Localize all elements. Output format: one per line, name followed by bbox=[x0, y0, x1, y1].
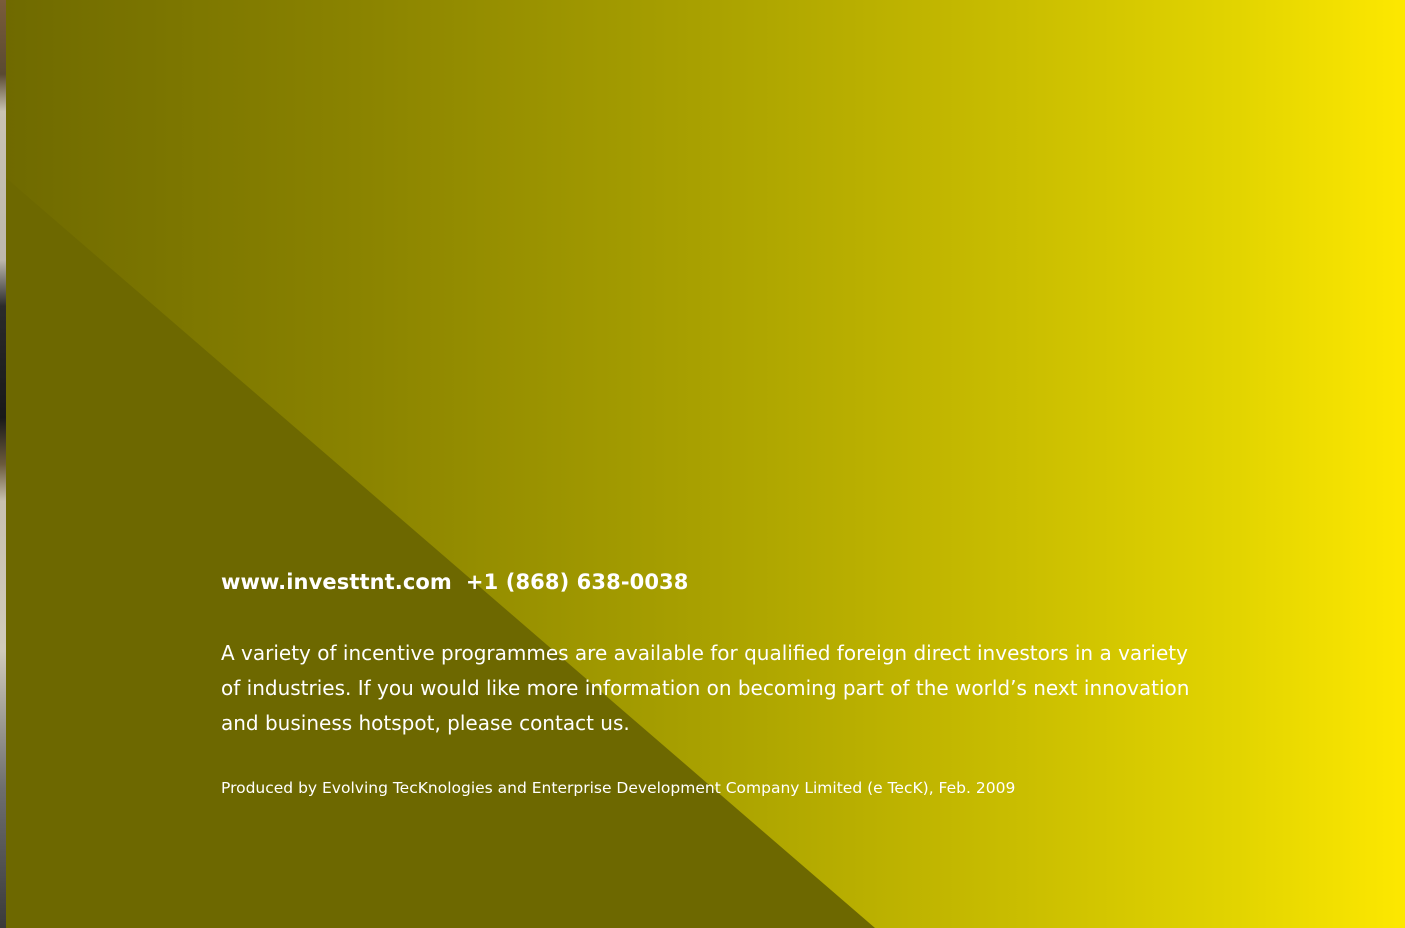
phone-number[interactable]: +1 (868) 638-0038 bbox=[466, 570, 689, 594]
brochure-back-panel: www.investtnt.com +1 (868) 638-0038 A var… bbox=[6, 0, 1405, 928]
incentive-paragraph: A variety of incentive programmes are av… bbox=[221, 641, 1190, 735]
production-credit: Produced by Evolving TecKnologies and En… bbox=[221, 779, 1016, 797]
website-link[interactable]: www.investtnt.com bbox=[221, 570, 452, 594]
contact-block: www.investtnt.com +1 (868) 638-0038 A var… bbox=[221, 566, 1201, 798]
contact-line: www.investtnt.com +1 (868) 638-0038 bbox=[221, 566, 1201, 598]
